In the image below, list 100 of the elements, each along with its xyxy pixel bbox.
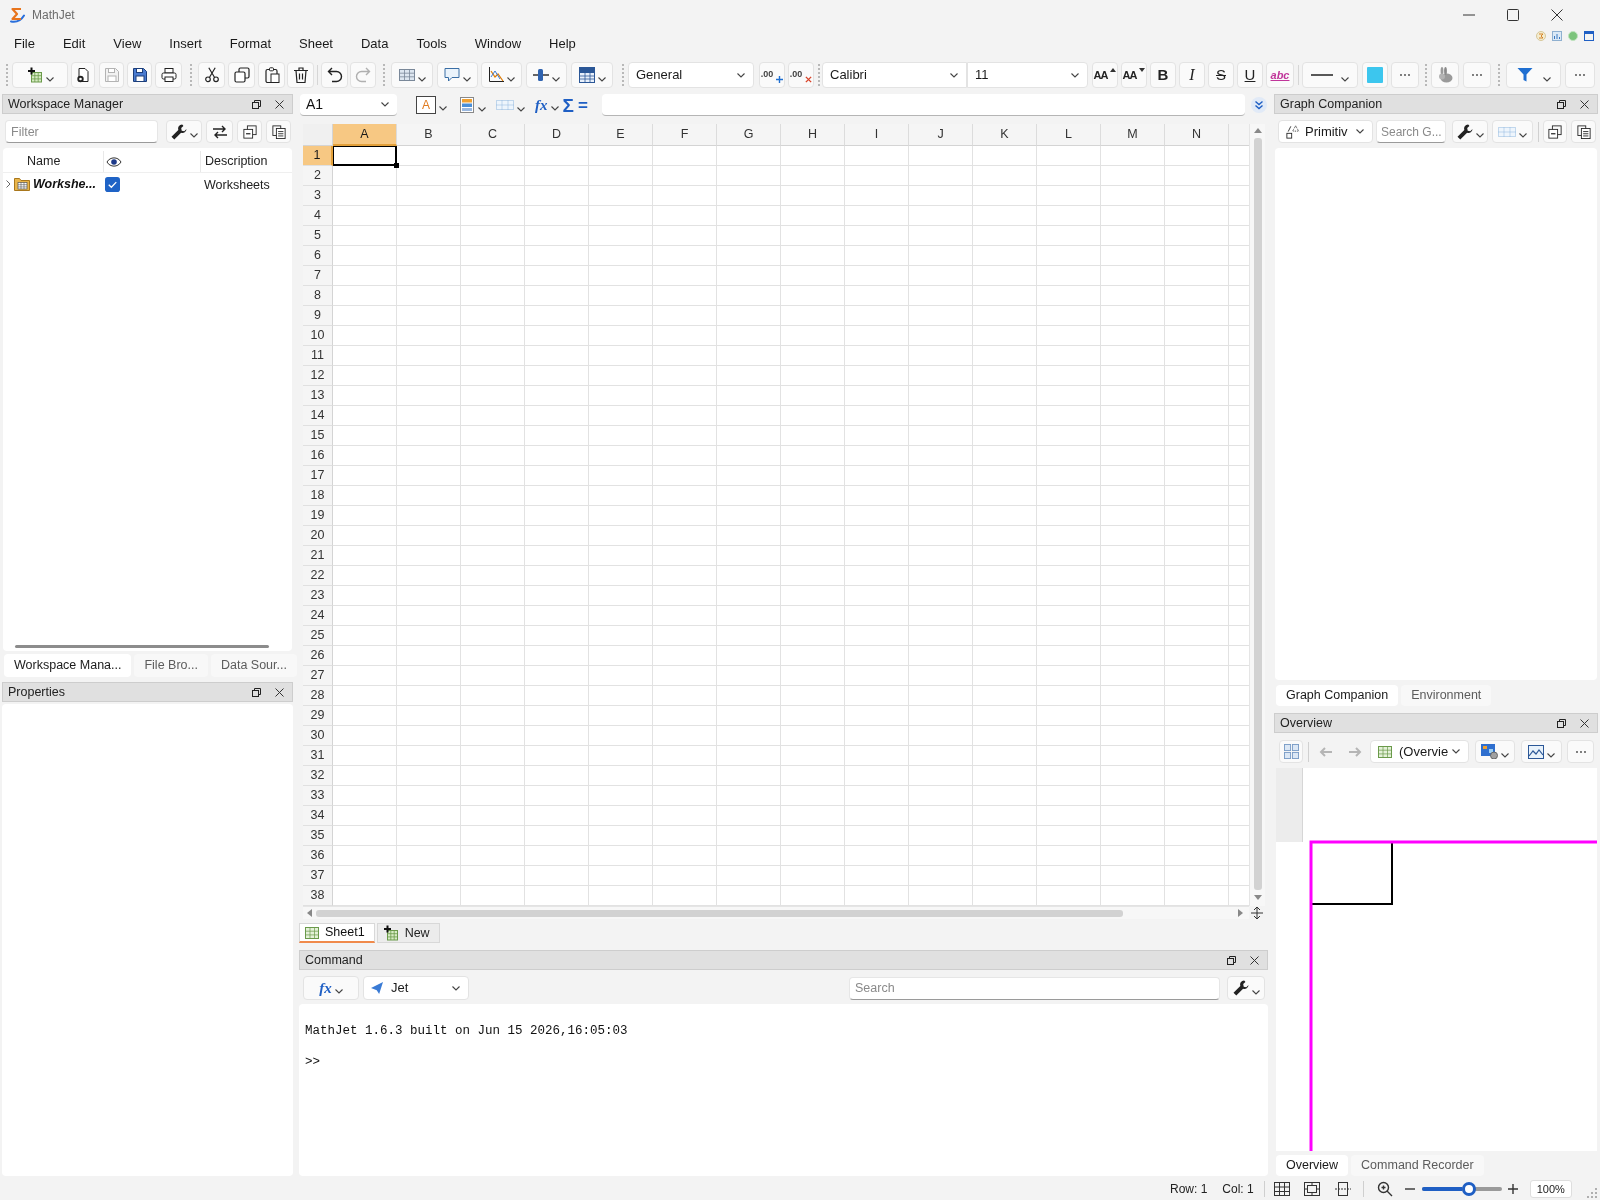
spell-check-button[interactable]: abc bbox=[1266, 62, 1294, 88]
language-dropdown[interactable]: Jet bbox=[363, 976, 469, 1000]
resize-grip-icon[interactable] bbox=[1586, 1188, 1597, 1198]
row-header[interactable]: 29 bbox=[303, 706, 333, 726]
split-icon[interactable] bbox=[1251, 906, 1263, 919]
paste-button[interactable] bbox=[258, 62, 285, 88]
swap-button[interactable] bbox=[206, 120, 233, 143]
column-header[interactable]: B bbox=[397, 124, 461, 146]
page-break-icon[interactable] bbox=[1334, 1182, 1351, 1196]
collapse-button[interactable] bbox=[1543, 120, 1567, 143]
row-header[interactable]: 25 bbox=[303, 626, 333, 646]
name-box[interactable]: A1 bbox=[300, 94, 397, 116]
row-header[interactable]: 37 bbox=[303, 866, 333, 886]
scroll-left-icon[interactable] bbox=[307, 909, 312, 917]
increase-decimal-button[interactable]: .00 bbox=[759, 62, 785, 88]
settings-dropdown[interactable] bbox=[166, 120, 202, 143]
view-dropdown[interactable]: (Overvie bbox=[1370, 740, 1469, 763]
copy-button[interactable] bbox=[228, 62, 255, 88]
open-button[interactable] bbox=[71, 62, 95, 88]
menu-item[interactable]: Sheet bbox=[285, 31, 347, 57]
column-header[interactable]: I bbox=[845, 124, 909, 146]
restore-icon[interactable] bbox=[1557, 718, 1566, 728]
row-header[interactable]: 16 bbox=[303, 446, 333, 466]
row-header[interactable]: 28 bbox=[303, 686, 333, 706]
font-dropdown[interactable]: Calibri bbox=[822, 62, 967, 88]
cell-grid[interactable] bbox=[333, 146, 1249, 906]
caret-icon[interactable] bbox=[439, 105, 447, 111]
restore-icon[interactable] bbox=[1227, 955, 1236, 965]
row-header[interactable]: 31 bbox=[303, 746, 333, 766]
category-dropdown[interactable]: Primitiv bbox=[1278, 120, 1373, 143]
row-header[interactable]: 21 bbox=[303, 546, 333, 566]
panel-tab[interactable]: Graph Companion bbox=[1276, 685, 1399, 706]
copy-list-button[interactable] bbox=[266, 120, 291, 143]
vertical-scrollbar[interactable] bbox=[1249, 124, 1265, 906]
menu-item[interactable]: Tools bbox=[402, 31, 461, 57]
tree-item-label[interactable]: Workshe... bbox=[33, 174, 96, 194]
font-size-dropdown[interactable]: 11 bbox=[967, 62, 1088, 88]
menu-item[interactable]: View bbox=[99, 31, 156, 57]
underline-button[interactable]: U bbox=[1237, 62, 1263, 88]
row-header[interactable]: 2 bbox=[303, 166, 333, 186]
undo-button[interactable] bbox=[321, 62, 348, 88]
print-button[interactable] bbox=[155, 62, 182, 88]
chart-icon[interactable] bbox=[1552, 31, 1562, 41]
restore-icon[interactable] bbox=[252, 687, 261, 697]
magnifier-icon[interactable] bbox=[1376, 1181, 1393, 1197]
sum-button[interactable]: Σ bbox=[562, 94, 574, 116]
grid-icon[interactable] bbox=[1273, 1182, 1290, 1196]
row-header[interactable]: 5 bbox=[303, 226, 333, 246]
map-dropdown[interactable] bbox=[1475, 740, 1515, 763]
row-header[interactable]: 22 bbox=[303, 566, 333, 586]
row-header[interactable]: 38 bbox=[303, 886, 333, 906]
chevron-right-icon[interactable] bbox=[6, 180, 11, 188]
row-header[interactable]: 18 bbox=[303, 486, 333, 506]
row-header[interactable]: 9 bbox=[303, 306, 333, 326]
column-header[interactable]: M bbox=[1101, 124, 1165, 146]
pages-button[interactable] bbox=[1279, 740, 1303, 763]
number-format-dropdown[interactable]: General bbox=[628, 62, 754, 88]
panel-tab[interactable]: Data Sour... bbox=[210, 654, 297, 677]
filter-dropdown[interactable] bbox=[1506, 62, 1561, 88]
scroll-up-icon[interactable] bbox=[1253, 128, 1262, 133]
formula-field[interactable] bbox=[601, 94, 1245, 116]
zoom-field[interactable]: 100% bbox=[1529, 1180, 1572, 1198]
row-header[interactable]: 34 bbox=[303, 806, 333, 826]
menu-item[interactable]: Edit bbox=[48, 31, 100, 57]
control-dropdown[interactable] bbox=[526, 62, 567, 88]
slider-thumb[interactable] bbox=[1461, 1182, 1476, 1196]
close-icon[interactable] bbox=[1250, 955, 1259, 965]
sheet-tab[interactable]: Sheet1 bbox=[299, 923, 375, 943]
menu-item[interactable]: File bbox=[0, 31, 49, 57]
column-header[interactable]: J bbox=[909, 124, 973, 146]
restore-icon[interactable] bbox=[252, 99, 261, 109]
column-header[interactable]: F bbox=[653, 124, 717, 146]
row-header[interactable]: 14 bbox=[303, 406, 333, 426]
column-header[interactable]: Name bbox=[27, 152, 61, 171]
double-chevron-icon[interactable] bbox=[1251, 97, 1267, 113]
scroll-thumb[interactable] bbox=[316, 909, 1123, 917]
checkbox[interactable] bbox=[105, 176, 120, 192]
decrease-decimal-button[interactable]: .00 bbox=[788, 62, 814, 88]
close-icon[interactable] bbox=[275, 99, 284, 109]
bold-button[interactable]: B bbox=[1150, 62, 1176, 88]
row-header[interactable]: 11 bbox=[303, 346, 333, 366]
column-header[interactable]: G bbox=[717, 124, 781, 146]
row-header[interactable]: 26 bbox=[303, 646, 333, 666]
panel-tab[interactable]: Workspace Mana... bbox=[4, 654, 132, 677]
row-header[interactable]: 24 bbox=[303, 606, 333, 626]
delete-button[interactable] bbox=[287, 62, 314, 88]
row-header[interactable]: 20 bbox=[303, 526, 333, 546]
line-style-dropdown[interactable] bbox=[1302, 62, 1358, 88]
caret-icon[interactable] bbox=[550, 105, 559, 111]
row-header[interactable]: 15 bbox=[303, 426, 333, 446]
equation-dropdown[interactable] bbox=[571, 62, 613, 88]
maximize-icon[interactable] bbox=[1507, 9, 1519, 21]
function-button[interactable]: fx bbox=[535, 94, 548, 116]
row-header[interactable]: 23 bbox=[303, 586, 333, 606]
panel-tab[interactable]: Overview bbox=[1276, 1155, 1349, 1176]
function-dropdown[interactable]: fx bbox=[303, 976, 359, 1000]
search-field[interactable]: Search G... bbox=[1376, 120, 1446, 143]
image-dropdown[interactable] bbox=[1521, 740, 1562, 763]
row-header[interactable]: 30 bbox=[303, 726, 333, 746]
scroll-down-icon[interactable] bbox=[1253, 895, 1262, 900]
